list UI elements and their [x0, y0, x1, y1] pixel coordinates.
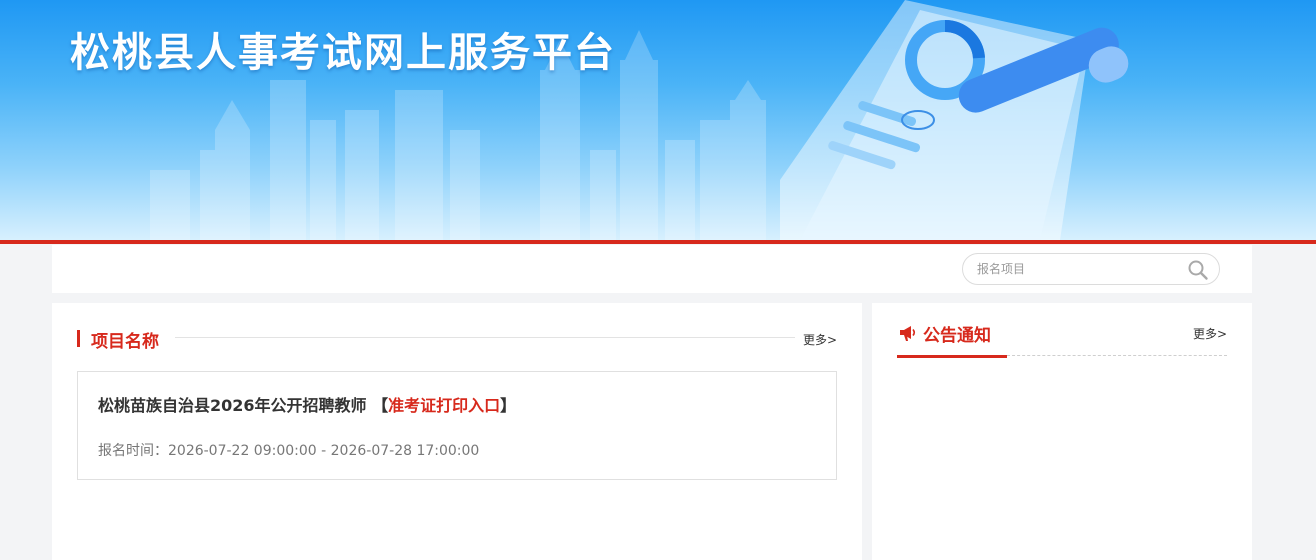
bracket-close: 】: [500, 396, 517, 415]
notice-panel: 公告通知 更多>: [872, 303, 1252, 560]
project-name[interactable]: 松桃苗族自治县2026年公开招聘教师: [98, 396, 367, 415]
notices-more-link[interactable]: 更多>: [1193, 325, 1227, 342]
project-panel: 项目名称 更多> 松桃苗族自治县2026年公开招聘教师 【准考证打印入口】 报名…: [52, 303, 862, 560]
project-title: 松桃苗族自治县2026年公开招聘教师 【准考证打印入口】: [98, 392, 516, 416]
megaphone-icon: [900, 326, 916, 341]
admission-ticket-print-link[interactable]: 准考证打印入口: [388, 396, 500, 415]
registration-time-label: 报名时间：: [98, 443, 168, 459]
notice-section-title: 公告通知: [923, 326, 991, 346]
section-marker: [77, 330, 80, 347]
search-icon[interactable]: [1187, 259, 1209, 281]
notice-divider: [1007, 355, 1227, 356]
section-divider: [175, 337, 795, 338]
notice-section-header: 公告通知: [897, 321, 1007, 358]
search-bar: [52, 245, 1252, 293]
site-title: 松桃县人事考试网上服务平台: [70, 30, 616, 76]
search-input[interactable]: [977, 259, 1177, 279]
header-divider: [0, 240, 1316, 244]
search-box: [962, 253, 1220, 285]
registration-time: 报名时间：2026-07-22 09:00:00 - 2026-07-28 17…: [98, 440, 479, 460]
project-card: 松桃苗族自治县2026年公开招聘教师 【准考证打印入口】 报名时间：2026-0…: [77, 371, 837, 480]
project-section-title: 项目名称: [91, 332, 159, 352]
registration-time-range: 2026-07-22 09:00:00 - 2026-07-28 17:00:0…: [168, 443, 480, 459]
projects-more-link[interactable]: 更多>: [803, 331, 837, 348]
header-banner: 松桃县人事考试网上服务平台: [0, 0, 1316, 240]
bracket-open: 【: [372, 396, 389, 415]
